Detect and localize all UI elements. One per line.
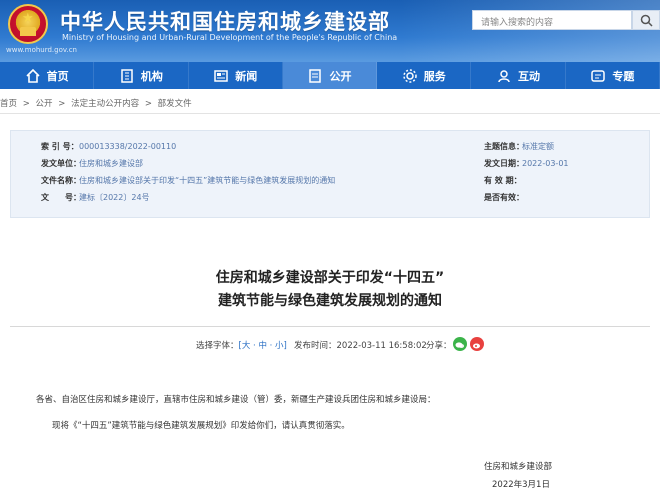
- nav-label: 机构: [140, 69, 163, 83]
- breadcrumb-separator: >: [144, 99, 152, 109]
- info-value: 标准定额: [522, 142, 554, 151]
- document-info-panel: 索 引 号：000013338/2022-00110 发文单位：住房和城乡建设部…: [10, 130, 650, 218]
- news-icon: [214, 69, 228, 82]
- breadcrumb-legal[interactable]: 法定主动公开内容: [71, 99, 139, 109]
- share-label: 分享：: [426, 341, 452, 351]
- nav-item-public[interactable]: 公开: [282, 62, 378, 89]
- info-key: 发文单位：: [41, 159, 81, 168]
- national-emblem-icon[interactable]: ★: [8, 4, 48, 44]
- site-title[interactable]: 中华人民共和国住房和城乡建设部: [60, 6, 390, 36]
- gear-icon: [403, 68, 417, 83]
- info-key: 文件名称：: [41, 176, 81, 185]
- search-input[interactable]: 请输入搜索的内容: [472, 10, 632, 30]
- site-header: ★ 中华人民共和国住房和城乡建设部 Ministry of Housing an…: [0, 0, 660, 62]
- breadcrumb-docs[interactable]: 部发文件: [158, 99, 192, 109]
- recipients-text: 各省、自治区住房和城乡建设厅，直辖市住房和城乡建设（管）委，新疆生产建设兵团住房…: [36, 395, 436, 405]
- breadcrumb-home[interactable]: 首页: [0, 99, 17, 109]
- font-size-label: 选择字体：: [196, 341, 239, 351]
- nav-item-service[interactable]: 服务: [377, 62, 472, 89]
- home-icon: [26, 68, 40, 83]
- info-row-category: 主题信息：标准定额: [484, 141, 554, 152]
- nav-label: 公开: [329, 69, 352, 83]
- main-nav: 首页 机构 新闻 公开 服务 互动 专题: [0, 62, 660, 89]
- chat-icon: [498, 69, 510, 82]
- nav-label: 专题: [612, 69, 635, 83]
- info-row-name: 文件名称：住房和城乡建设部关于印发“十四五”建筑节能与绿色建筑发展规划的通知: [41, 175, 335, 186]
- info-key: 有 效 期：: [484, 176, 522, 185]
- info-value: 住房和城乡建设部: [79, 159, 143, 168]
- wechat-share-icon[interactable]: [453, 337, 467, 351]
- nav-label: 互动: [518, 69, 541, 83]
- nav-item-topic[interactable]: 专题: [566, 62, 660, 89]
- nav-label: 新闻: [235, 69, 258, 83]
- info-key: 是否有效：: [484, 193, 524, 202]
- info-value: 住房和城乡建设部关于印发“十四五”建筑节能与绿色建筑发展规划的通知: [79, 176, 336, 185]
- nav-item-news[interactable]: 新闻: [189, 62, 283, 89]
- search-button[interactable]: [632, 10, 660, 30]
- nav-item-interact[interactable]: 互动: [471, 62, 566, 89]
- font-size-options[interactable]: [大 · 中 · 小]: [239, 341, 287, 351]
- nav-label: 首页: [46, 69, 69, 83]
- site-subtitle: Ministry of Housing and Urban-Rural Deve…: [62, 33, 398, 42]
- info-key: 文 号：: [41, 193, 81, 202]
- publish-time-value: 2022-03-11 16:58:02: [336, 341, 427, 351]
- weibo-icon: [473, 343, 480, 349]
- weibo-share-icon[interactable]: [470, 337, 484, 351]
- info-row-status: 是否有效：: [484, 192, 524, 203]
- info-value: 建标〔2022〕24号: [79, 193, 150, 202]
- search-icon: [640, 14, 653, 27]
- article-title: 住房和城乡建设部关于印发“十四五”: [215, 270, 445, 286]
- nav-item-org[interactable]: 机构: [94, 62, 189, 89]
- info-key: 发文日期：: [484, 159, 524, 168]
- sign-date: 2022年3月1日: [492, 480, 550, 490]
- breadcrumb-separator: >: [22, 99, 30, 109]
- font-size-selector: 选择字体：[大 · 中 · 小]: [196, 339, 287, 351]
- breadcrumb-separator: >: [58, 99, 66, 109]
- info-row-unit: 发文单位：住房和城乡建设部: [41, 158, 143, 169]
- publish-time-label: 发布时间：: [294, 341, 337, 351]
- breadcrumb-public[interactable]: 公开: [36, 99, 53, 109]
- info-key: 主题信息：: [484, 142, 524, 151]
- info-value: 2022-03-01: [522, 159, 569, 168]
- title-divider: [10, 326, 650, 327]
- article-title-line2: 建筑节能与绿色建筑发展规划的通知: [218, 293, 442, 309]
- document-icon: [309, 68, 322, 83]
- site-url: www.mohurd.gov.cn: [6, 46, 77, 54]
- breadcrumb-divider: [0, 113, 660, 114]
- nav-label: 服务: [423, 69, 446, 83]
- body-text: 现将《“十四五”建筑节能与绿色建筑发展规划》印发给你们，请认真贯彻落实。: [52, 421, 350, 431]
- nav-item-home[interactable]: 首页: [0, 62, 95, 89]
- signature: 住房和城乡建设部: [484, 462, 553, 472]
- publish-time: 发布时间：2022-03-11 16:58:02: [294, 339, 427, 351]
- info-row-number: 文 号：建标〔2022〕24号: [41, 192, 150, 203]
- info-row-date: 发文日期：2022-03-01: [484, 158, 569, 169]
- info-row-index: 索 引 号：000013338/2022-00110: [41, 141, 176, 152]
- breadcrumb: 首页 > 公开 > 法定主动公开内容 > 部发文件: [0, 97, 195, 109]
- building-icon: [121, 68, 133, 83]
- info-key: 索 引 号：: [41, 142, 79, 151]
- info-row-valid: 有 效 期：: [484, 175, 522, 186]
- topic-icon: [591, 69, 606, 82]
- info-value: 000013338/2022-00110: [79, 142, 177, 151]
- wechat-icon: [455, 342, 465, 348]
